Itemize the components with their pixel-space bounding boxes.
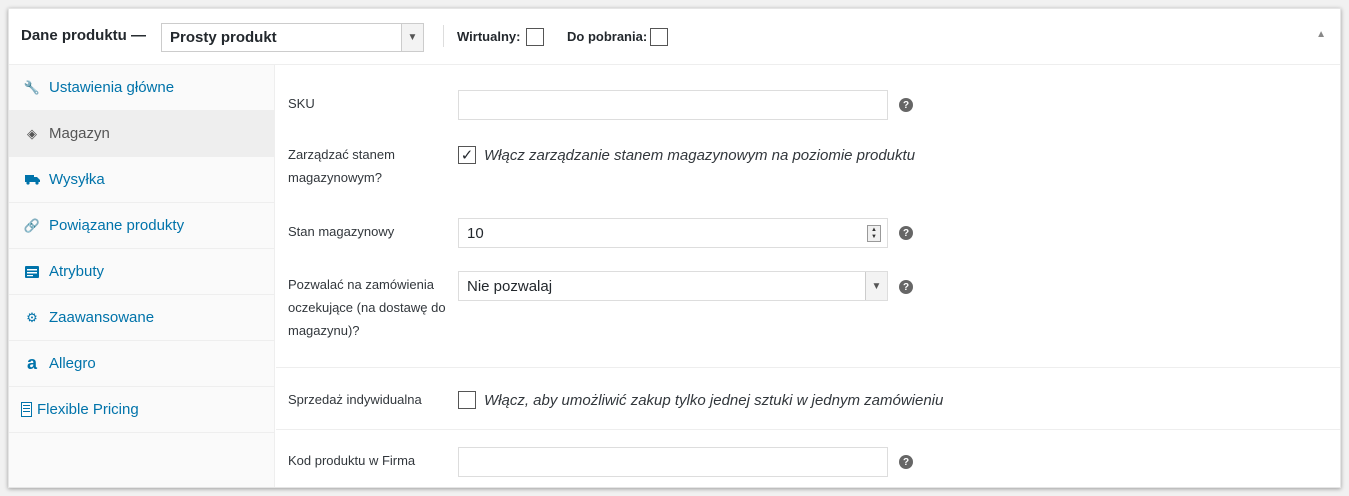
- tab-attributes[interactable]: Atrybuty: [9, 249, 274, 295]
- help-icon[interactable]: ?: [899, 455, 913, 469]
- panel-title: Dane produktu —: [21, 27, 147, 44]
- collapse-toggle-icon[interactable]: ▲: [1316, 29, 1326, 40]
- tab-inventory[interactable]: ◈ Magazyn: [9, 111, 274, 157]
- sku-input[interactable]: [458, 90, 888, 120]
- product-type-value: Prosty produkt: [170, 29, 277, 46]
- tab-advanced[interactable]: ⚙ Zaawansowane: [9, 295, 274, 341]
- sold-individually-description: Włącz, aby umożliwić zakup tylko jednej …: [484, 392, 944, 409]
- virtual-label: Wirtualny:: [457, 29, 521, 44]
- wrench-icon: 🔧: [23, 79, 41, 95]
- backorders-select[interactable]: Nie pozwalaj ▼: [458, 271, 888, 301]
- help-icon[interactable]: ?: [899, 280, 913, 294]
- manage-stock-checkbox[interactable]: ✓: [458, 146, 476, 164]
- link-icon: 🔗: [23, 217, 41, 233]
- truck-icon: [21, 174, 43, 185]
- product-data-panel: Dane produktu — Prosty produkt ▼ Wirtual…: [8, 8, 1341, 488]
- section-divider: [276, 429, 1340, 430]
- header-divider: [443, 25, 444, 47]
- list-icon: [21, 265, 43, 278]
- tab-allegro[interactable]: a Allegro: [9, 341, 274, 387]
- tab-label: Ustawienia główne: [49, 79, 175, 96]
- chevron-down-icon: ▼: [865, 272, 887, 300]
- stock-qty-input[interactable]: 10 ▲ ▼: [458, 218, 888, 248]
- allegro-icon: a: [26, 353, 37, 373]
- section-divider: [276, 367, 1340, 368]
- manage-stock-description: Włącz zarządzanie stanem magazynowym na …: [484, 147, 916, 164]
- product-code-input[interactable]: [458, 447, 888, 477]
- stock-qty-value: 10: [467, 225, 484, 242]
- tab-label: Wysyłka: [49, 171, 105, 188]
- product-code-label: Kod produktu w Firma: [288, 453, 416, 468]
- checkmark-icon: ✓: [460, 147, 474, 164]
- backorders-label: Pozwalać na zamówienia oczekujące (na do…: [288, 277, 446, 338]
- tab-linked-products[interactable]: 🔗 Powiązane produkty: [9, 203, 274, 249]
- virtual-checkbox[interactable]: [526, 28, 544, 46]
- manage-stock-label: Zarządzać stanem magazynowym?: [288, 147, 395, 185]
- help-icon[interactable]: ?: [899, 98, 913, 112]
- gear-icon: ⚙: [26, 309, 38, 325]
- tab-general[interactable]: 🔧 Ustawienia główne: [9, 65, 274, 111]
- tab-label: Magazyn: [49, 125, 110, 142]
- sold-individually-label: Sprzedaż indywidualna: [288, 392, 422, 407]
- downloadable-label: Do pobrania:: [567, 29, 648, 44]
- product-type-select[interactable]: Prosty produkt ▼: [161, 23, 424, 52]
- tab-label: Flexible Pricing: [37, 401, 139, 418]
- panel-header: Dane produktu — Prosty produkt ▼ Wirtual…: [9, 9, 1340, 65]
- sku-label: SKU: [288, 96, 315, 111]
- product-data-tabs: 🔧 Ustawienia główne ◈ Magazyn Wysyłka 🔗 …: [9, 65, 275, 487]
- chevron-down-icon: ▼: [401, 24, 423, 51]
- tab-label: Powiązane produkty: [49, 217, 185, 234]
- tag-icon: ◈: [27, 125, 37, 141]
- stock-qty-label: Stan magazynowy: [288, 224, 395, 239]
- number-spinner[interactable]: ▲ ▼: [867, 225, 881, 242]
- tab-shipping[interactable]: Wysyłka: [9, 157, 274, 203]
- help-icon[interactable]: ?: [899, 226, 913, 240]
- sold-individually-checkbox[interactable]: [458, 391, 476, 409]
- tab-label: Zaawansowane: [49, 309, 155, 326]
- downloadable-checkbox[interactable]: [650, 28, 668, 46]
- document-icon: [21, 402, 35, 417]
- backorders-value: Nie pozwalaj: [467, 278, 553, 295]
- tab-label: Atrybuty: [49, 263, 105, 280]
- tab-flexible-pricing[interactable]: Flexible Pricing: [9, 387, 274, 433]
- tab-label: Allegro: [49, 355, 96, 372]
- inventory-panel: SKU ? Zarządzać stanem magazynowym? ✓ Wł…: [276, 65, 1340, 487]
